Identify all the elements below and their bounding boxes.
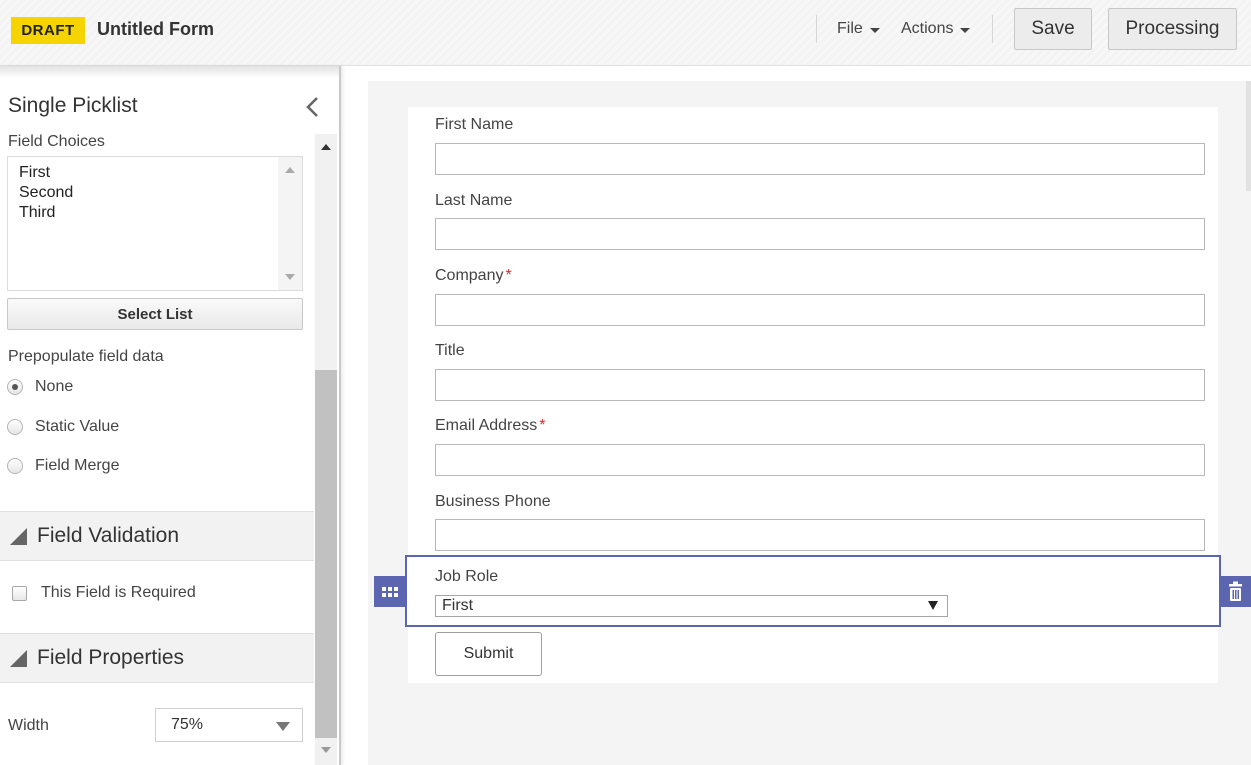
width-label: Width [8, 717, 49, 734]
choices-scrollbar[interactable] [278, 157, 302, 290]
actions-menu[interactable]: Actions [901, 20, 971, 38]
section-title: Field Properties [37, 646, 185, 669]
scroll-up-icon[interactable] [285, 167, 295, 173]
radio-none[interactable]: None [7, 378, 73, 396]
radio-icon[interactable] [7, 458, 23, 474]
scroll-down-icon[interactable] [285, 274, 295, 280]
radio-label: None [35, 378, 74, 395]
file-menu-label: File [837, 20, 863, 37]
required-label: This Field is Required [41, 584, 196, 601]
submit-button[interactable]: Submit [435, 632, 542, 676]
radio-checked-icon[interactable] [7, 379, 23, 395]
first-name-input[interactable] [435, 143, 1205, 175]
radio-label: Field Merge [35, 457, 120, 474]
field-label-job-role: Job Role [435, 568, 499, 585]
toolbar-divider [816, 15, 817, 43]
last-name-input[interactable] [435, 218, 1205, 250]
draft-badge: DRAFT [11, 17, 85, 44]
top-toolbar: DRAFT Untitled Form File Actions Save Pr… [0, 0, 1251, 66]
field-label-first-name: First Name [435, 116, 514, 133]
file-menu[interactable]: File [837, 20, 880, 38]
field-settings-panel: Single Picklist Field Choices First Seco… [0, 66, 341, 765]
business-phone-input[interactable] [435, 519, 1205, 551]
choice-item: Third [19, 204, 56, 221]
choices-list: First Second Third [19, 163, 73, 223]
field-label-email: Email Address * [435, 417, 546, 434]
panel-title: Single Picklist [8, 94, 138, 117]
panel-shadow [0, 66, 339, 78]
job-role-value: First [442, 597, 474, 614]
dropdown-caret-icon [928, 601, 938, 610]
chevron-down-icon [960, 27, 971, 33]
save-button[interactable]: Save [1014, 8, 1092, 50]
chevron-down-icon [869, 27, 880, 33]
scroll-down-icon[interactable] [321, 747, 331, 753]
width-value: 75% [171, 716, 204, 733]
field-label-title: Title [435, 342, 465, 359]
field-label-last-name: Last Name [435, 192, 513, 209]
job-role-select[interactable]: First [435, 595, 948, 617]
canvas-edge [1246, 81, 1251, 191]
field-properties-section[interactable]: Field Properties [0, 633, 314, 683]
radio-field-merge[interactable]: Field Merge [7, 457, 119, 475]
select-list-button[interactable]: Select List [7, 298, 303, 330]
width-select[interactable]: 75% [155, 708, 303, 742]
toolbar-divider [992, 15, 993, 43]
panel-scrollbar[interactable] [315, 134, 337, 765]
company-input[interactable] [435, 294, 1205, 326]
radio-label: Static Value [35, 418, 120, 435]
field-validation-section[interactable]: Field Validation [0, 511, 314, 561]
dropdown-caret-icon [276, 722, 290, 731]
choice-item: Second [19, 184, 74, 201]
section-collapse-triangle-icon [10, 527, 27, 545]
processing-button[interactable]: Processing [1108, 8, 1237, 50]
section-collapse-triangle-icon [10, 649, 27, 667]
section-title: Field Validation [37, 524, 180, 547]
scroll-up-icon[interactable] [321, 144, 331, 150]
field-label-company: Company * [435, 267, 512, 284]
drag-grid-icon[interactable] [374, 576, 406, 607]
required-marker: * [505, 267, 512, 284]
radio-static-value[interactable]: Static Value [7, 418, 119, 436]
choice-item: First [19, 164, 51, 181]
field-label-business-phone: Business Phone [435, 493, 551, 510]
prepopulate-label: Prepopulate field data [8, 348, 164, 365]
field-choices-textarea[interactable]: First Second Third [7, 156, 303, 291]
radio-icon[interactable] [7, 419, 23, 435]
scrollbar-thumb[interactable] [315, 370, 337, 738]
title-input[interactable] [435, 369, 1205, 401]
trash-icon[interactable] [1220, 576, 1251, 607]
required-marker: * [539, 417, 546, 434]
required-checkbox[interactable] [12, 585, 27, 601]
collapse-chevron-icon[interactable] [303, 96, 323, 118]
actions-menu-label: Actions [901, 20, 954, 37]
email-input[interactable] [435, 444, 1205, 476]
required-checkbox-row[interactable]: This Field is Required [12, 584, 196, 602]
form-title[interactable]: Untitled Form [97, 19, 214, 40]
field-choices-label: Field Choices [8, 133, 105, 150]
